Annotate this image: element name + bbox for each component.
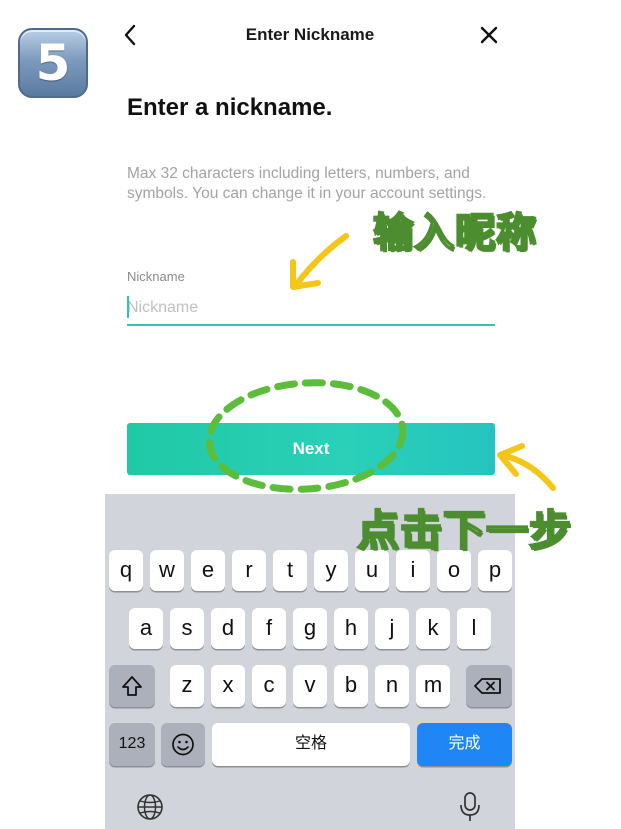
key-s[interactable]: s (170, 608, 204, 649)
done-key[interactable]: 完成 (417, 723, 512, 766)
key-label: w (159, 557, 175, 582)
key-label: k (427, 615, 439, 640)
key-n[interactable]: n (375, 665, 409, 707)
emoji-icon (172, 733, 194, 756)
globe-icon[interactable] (135, 792, 165, 822)
key-label: 完成 (448, 735, 481, 752)
key-label: 123 (118, 735, 146, 752)
key-label: b (344, 672, 358, 697)
shift-key[interactable] (109, 665, 155, 707)
key-label: a (139, 615, 153, 640)
emoji-key[interactable] (161, 723, 205, 766)
key-label: h (344, 615, 358, 640)
key-q[interactable]: q (109, 550, 143, 591)
key-label: l (471, 615, 477, 640)
key-y[interactable]: y (314, 550, 348, 591)
key-r[interactable]: r (232, 550, 266, 591)
key-t[interactable]: t (273, 550, 307, 591)
key-label: 空格 (294, 735, 327, 752)
key-a[interactable]: a (129, 608, 163, 649)
key-z[interactable]: z (170, 665, 204, 707)
key-label: z (181, 672, 193, 697)
key-label: v (304, 672, 316, 697)
shift-icon (122, 676, 142, 696)
arrow-to-next (497, 443, 556, 491)
delete-key[interactable] (466, 665, 512, 707)
key-v[interactable]: v (293, 665, 327, 707)
key-label: e (201, 557, 215, 582)
key-label: g (303, 615, 317, 640)
helper-text: Max 32 characters including letters, num… (127, 165, 487, 202)
microphone-icon[interactable] (457, 790, 483, 824)
key-m[interactable]: m (416, 665, 450, 707)
key-l[interactable]: l (457, 608, 491, 649)
back-button[interactable] (118, 20, 146, 50)
nickname-input[interactable] (127, 292, 495, 326)
annotation-tap-next: 点击下一步 (356, 505, 573, 556)
key-c[interactable]: c (252, 665, 286, 707)
annotation-enter-nickname: 输入昵称 (372, 209, 537, 257)
key-j[interactable]: j (375, 608, 409, 649)
key-b[interactable]: b (334, 665, 368, 707)
key-label: s (181, 615, 193, 640)
key-label: d (221, 615, 235, 640)
key-label: q (119, 557, 133, 582)
key-g[interactable]: g (293, 608, 327, 649)
backspace-icon (474, 678, 501, 694)
key-label: t (286, 557, 294, 582)
step-number-badge: 5 (18, 28, 88, 98)
key-label: j (389, 615, 395, 640)
numbers-key[interactable]: 123 (109, 723, 155, 766)
key-label: c (263, 672, 275, 697)
key-h[interactable]: h (334, 608, 368, 649)
space-key[interactable]: 空格 (212, 723, 410, 766)
text-cursor (127, 296, 129, 318)
key-label: f (265, 615, 273, 640)
key-k[interactable]: k (416, 608, 450, 649)
nickname-label: Nickname (127, 269, 185, 284)
key-label: r (245, 557, 253, 582)
next-button[interactable]: Next (127, 423, 495, 475)
key-d[interactable]: d (211, 608, 245, 649)
key-label: n (385, 672, 399, 697)
nav-title: Enter Nickname (245, 25, 375, 44)
key-label: y (325, 557, 337, 582)
key-x[interactable]: x (211, 665, 245, 707)
key-e[interactable]: e (191, 550, 225, 591)
key-f[interactable]: f (252, 608, 286, 649)
arrow-to-input (290, 233, 349, 290)
key-w[interactable]: w (150, 550, 184, 591)
page-heading: Enter a nickname. (127, 94, 333, 121)
key-label: m (423, 672, 443, 697)
chevron-left-icon (124, 24, 136, 46)
close-button[interactable] (476, 21, 502, 49)
close-icon (480, 26, 498, 44)
key-label: x (222, 672, 234, 697)
